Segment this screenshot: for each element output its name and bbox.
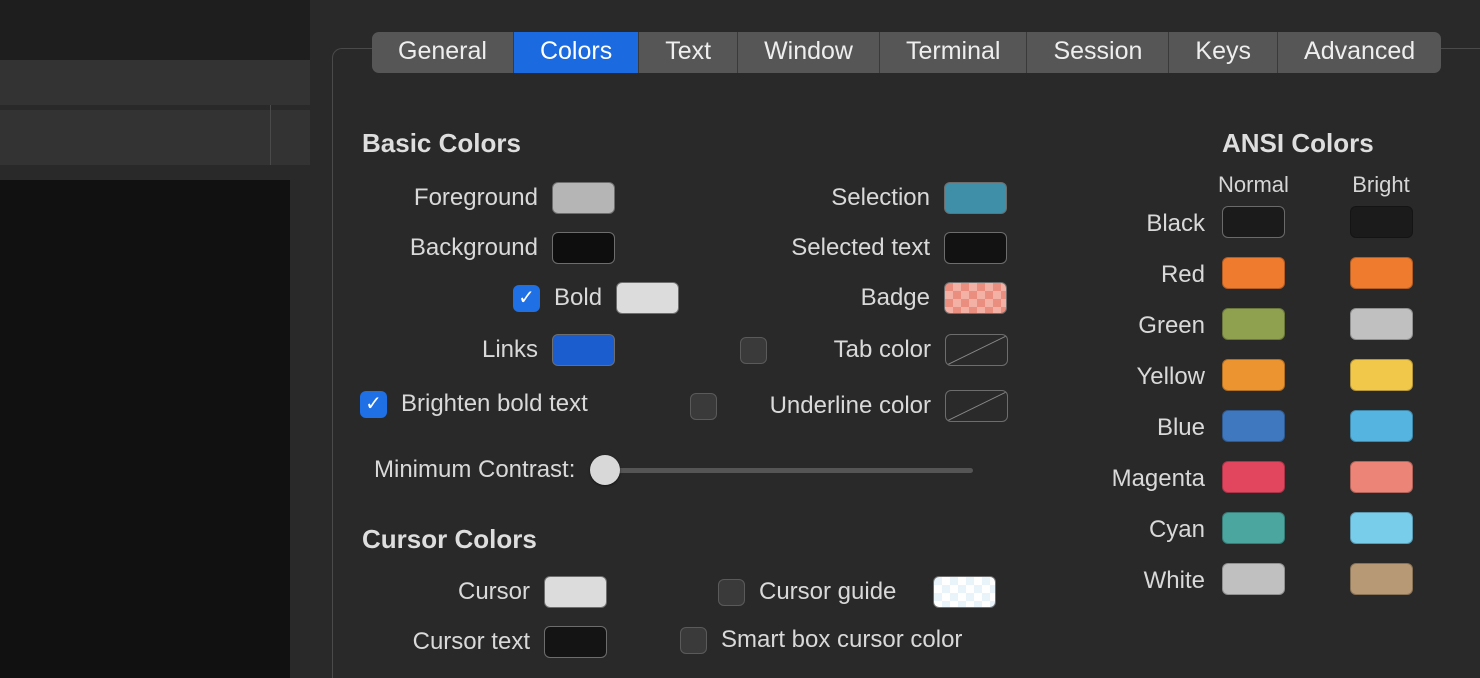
tab-color-swatch[interactable]: [945, 334, 1008, 366]
ansi-normal-blue[interactable]: [1222, 410, 1285, 442]
ansi-bright-cyan[interactable]: [1350, 512, 1413, 544]
badge-swatch[interactable]: [944, 282, 1007, 314]
ansi-label-magenta: Magenta: [1080, 465, 1205, 493]
ansi-label-white: White: [1080, 567, 1205, 595]
underline-color-checkbox[interactable]: [690, 393, 717, 420]
selected-text-swatch[interactable]: [944, 232, 1007, 264]
ansi-normal-white[interactable]: [1222, 563, 1285, 595]
background-label: Background: [393, 234, 538, 262]
ansi-normal-green[interactable]: [1222, 308, 1285, 340]
ansi-label-blue: Blue: [1080, 414, 1205, 442]
cursor-guide-swatch[interactable]: [933, 576, 996, 608]
cursor-text-swatch[interactable]: [544, 626, 607, 658]
tab-advanced[interactable]: Advanced: [1278, 32, 1441, 73]
ansi-label-cyan: Cyan: [1080, 516, 1205, 544]
tab-text[interactable]: Text: [639, 32, 738, 73]
cursor-guide-checkbox[interactable]: [718, 579, 745, 606]
ansi-label-green: Green: [1080, 312, 1205, 340]
ansi-normal-yellow[interactable]: [1222, 359, 1285, 391]
ansi-normal-black[interactable]: [1222, 206, 1285, 238]
tab-terminal[interactable]: Terminal: [880, 32, 1027, 73]
tab-colors[interactable]: Colors: [514, 32, 639, 73]
selected-text-label: Selected text: [740, 234, 930, 262]
ansi-bright-green[interactable]: [1350, 308, 1413, 340]
ansi-bright-black[interactable]: [1350, 206, 1413, 238]
section-ansi-colors: ANSI Colors: [1222, 128, 1374, 159]
tab-session[interactable]: Session: [1027, 32, 1169, 73]
tab-color-label: Tab color: [781, 336, 931, 364]
section-basic-colors: Basic Colors: [362, 128, 521, 159]
links-swatch[interactable]: [552, 334, 615, 366]
ansi-label-yellow: Yellow: [1080, 363, 1205, 391]
tab-keys[interactable]: Keys: [1169, 32, 1278, 73]
ansi-normal-red[interactable]: [1222, 257, 1285, 289]
bold-swatch[interactable]: [616, 282, 679, 314]
foreground-swatch[interactable]: [552, 182, 615, 214]
brighten-checkbox[interactable]: ✓: [360, 391, 387, 418]
background-swatch[interactable]: [552, 232, 615, 264]
bold-checkbox[interactable]: ✓: [513, 285, 540, 312]
ansi-bright-red[interactable]: [1350, 257, 1413, 289]
bold-label: Bold: [554, 284, 602, 312]
ansi-label-black: Black: [1080, 210, 1205, 238]
smart-box-label: Smart box cursor color: [721, 626, 962, 654]
underline-color-swatch[interactable]: [945, 390, 1008, 422]
cursor-swatch[interactable]: [544, 576, 607, 608]
ansi-bright-white[interactable]: [1350, 563, 1413, 595]
ansi-bright-blue[interactable]: [1350, 410, 1413, 442]
tab-general[interactable]: General: [372, 32, 514, 73]
cursor-guide-label: Cursor guide: [759, 578, 919, 606]
cursor-text-label: Cursor text: [386, 628, 530, 656]
selection-swatch[interactable]: [944, 182, 1007, 214]
ansi-bright-magenta[interactable]: [1350, 461, 1413, 493]
badge-label: Badge: [740, 284, 930, 312]
foreground-label: Foreground: [393, 184, 538, 212]
ansi-normal-magenta[interactable]: [1222, 461, 1285, 493]
ansi-normal-cyan[interactable]: [1222, 512, 1285, 544]
ansi-bright-yellow[interactable]: [1350, 359, 1413, 391]
smart-box-checkbox[interactable]: [680, 627, 707, 654]
minimum-contrast-slider[interactable]: [593, 468, 973, 473]
minimum-contrast-thumb[interactable]: [590, 455, 620, 485]
ansi-normal-head: Normal: [1218, 172, 1288, 198]
profile-tabs: General Colors Text Window Terminal Sess…: [372, 32, 1441, 73]
underline-color-label: Underline color: [731, 392, 931, 420]
ansi-bright-head: Bright: [1346, 172, 1416, 198]
section-cursor-colors: Cursor Colors: [362, 524, 537, 555]
main-panel: General Colors Text Window Terminal Sess…: [310, 0, 1480, 678]
minimum-contrast-label: Minimum Contrast:: [374, 456, 575, 484]
selection-label: Selection: [740, 184, 930, 212]
sidebar: [0, 0, 310, 678]
tab-color-checkbox[interactable]: [740, 337, 767, 364]
brighten-label: Brighten bold text: [401, 390, 588, 418]
ansi-label-red: Red: [1080, 261, 1205, 289]
cursor-label: Cursor: [430, 578, 530, 606]
links-label: Links: [393, 336, 538, 364]
tab-window[interactable]: Window: [738, 32, 880, 73]
